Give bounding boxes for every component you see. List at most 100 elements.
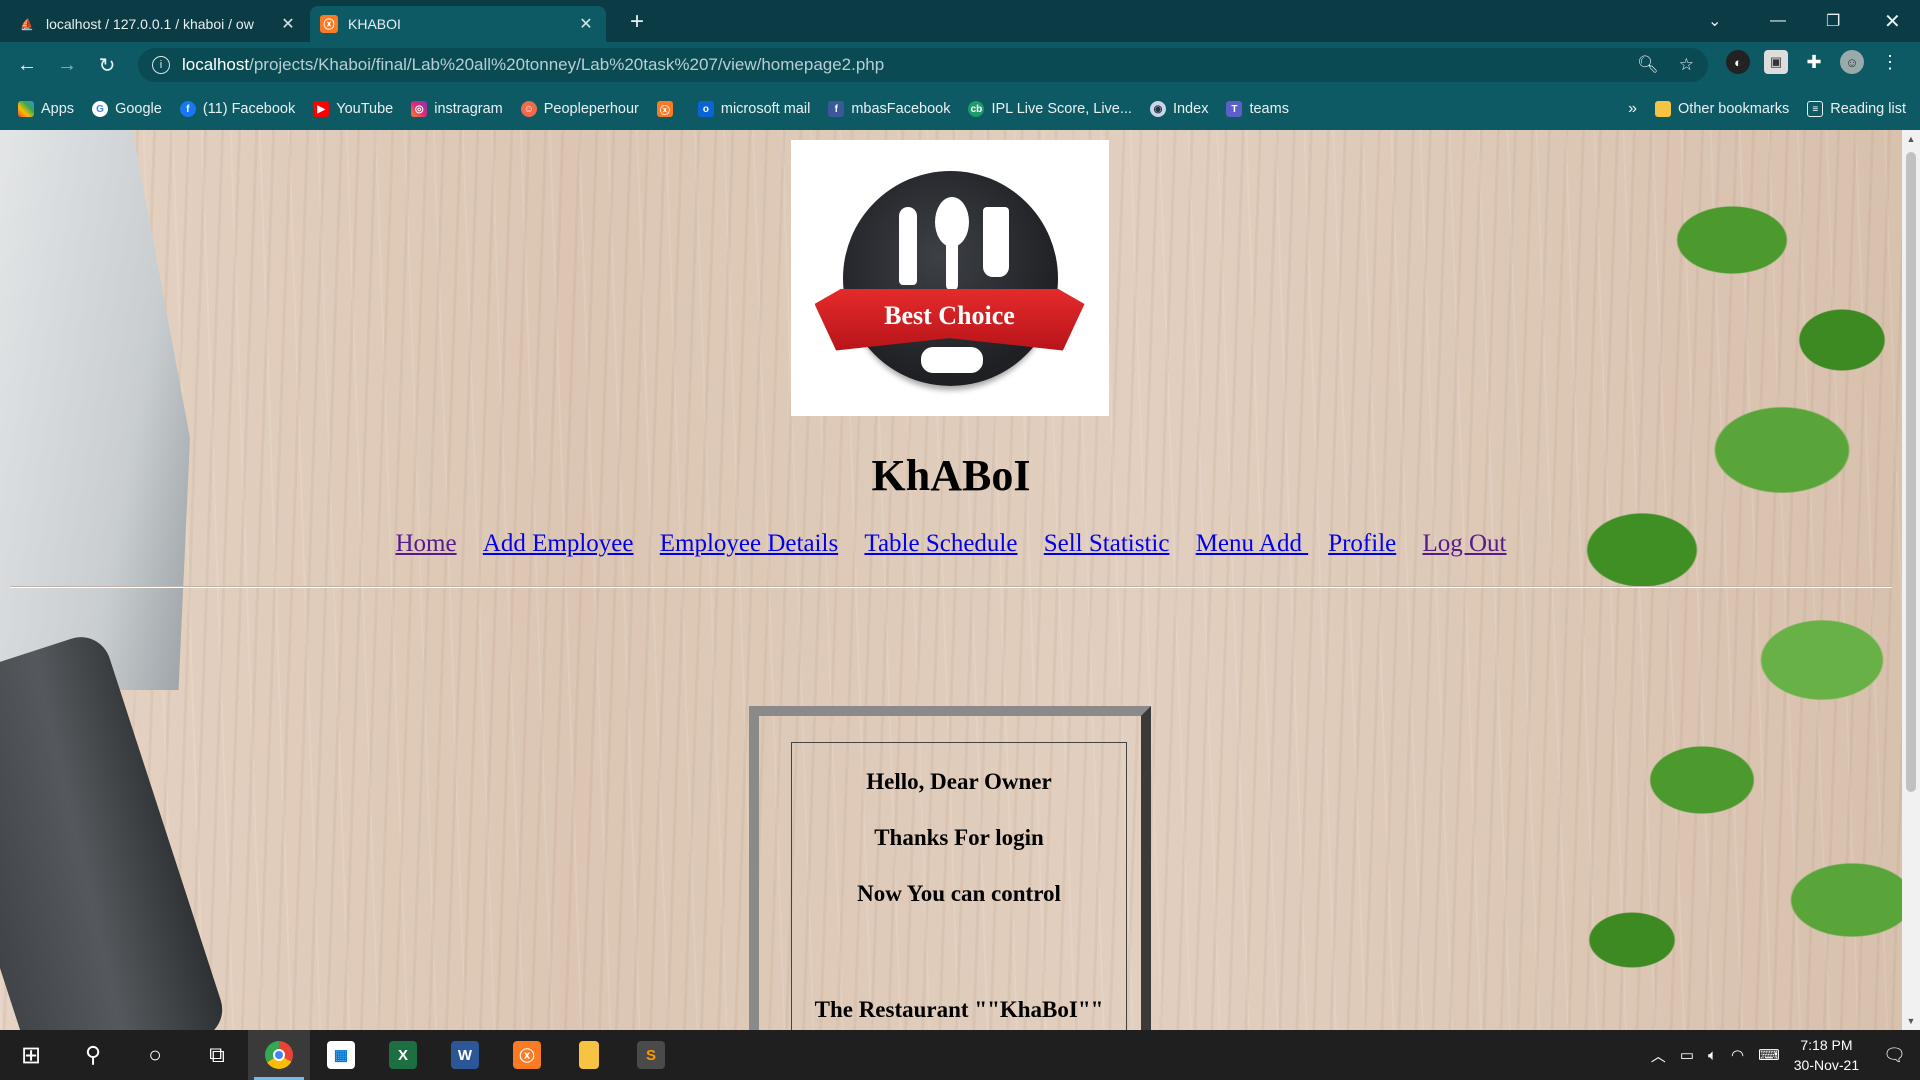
more-bookmarks-chevron-icon[interactable]: »: [1628, 100, 1637, 118]
welcome-thanks: Thanks For login: [874, 825, 1044, 850]
close-tab-icon[interactable]: ✕: [278, 14, 298, 34]
knife-icon: [898, 206, 917, 285]
word-icon[interactable]: W: [434, 1030, 496, 1080]
show-hidden-icons-chevron[interactable]: ︿: [1651, 1045, 1666, 1066]
keyboard-icon[interactable]: ⌨: [1758, 1046, 1780, 1064]
zoom-icon[interactable]: 🔍︎: [1637, 55, 1659, 75]
bookmark-star-icon[interactable]: ☆: [1679, 55, 1694, 75]
search-icon[interactable]: ⚲: [62, 1030, 124, 1080]
close-tab-icon[interactable]: ✕: [576, 14, 596, 34]
reload-icon[interactable]: ↻: [87, 53, 127, 78]
tab-phpmyadmin[interactable]: ⛵ localhost / 127.0.0.1 / khaboi / ow ✕: [8, 6, 308, 42]
profile-avatar[interactable]: ☺: [1840, 50, 1864, 74]
facebook-icon: f: [179, 101, 196, 117]
clock-time: 7:18 PM: [1800, 1037, 1853, 1053]
tab-search-icon[interactable]: ⌄: [1708, 0, 1721, 42]
bookmark-label: (11) Facebook: [202, 101, 296, 117]
parsley-background: [1522, 130, 1902, 1030]
teams-icon: T: [1226, 101, 1243, 117]
bookmark-facebook[interactable]: f (11) Facebook: [179, 101, 296, 117]
bookmark-google[interactable]: G Google: [92, 101, 162, 117]
site-info-icon[interactable]: i: [152, 56, 170, 74]
cortana-icon[interactable]: ○: [124, 1030, 186, 1080]
welcome-greeting: Hello, Dear Owner: [866, 769, 1052, 794]
google-icon: G: [92, 101, 109, 117]
nav-table-schedule-link[interactable]: Table Schedule: [864, 530, 1017, 557]
cricbuzz-icon: cb: [968, 101, 985, 117]
browser-tab-strip: ⛵ localhost / 127.0.0.1 / khaboi / ow ✕ …: [0, 0, 1920, 42]
address-bar[interactable]: i localhost/projects/Khaboi/final/Lab%20…: [138, 48, 1708, 82]
xampp-taskbar-icon[interactable]: ⓧ: [496, 1030, 558, 1080]
file-explorer-icon[interactable]: [558, 1030, 620, 1080]
nav-home-link[interactable]: Home: [395, 530, 456, 557]
bookmark-xampp[interactable]: ⓧ: [656, 101, 680, 117]
site-title: KhABoI: [871, 451, 1031, 500]
index-icon: ◉: [1149, 101, 1166, 117]
task-view-icon[interactable]: ⧉: [186, 1030, 248, 1080]
restore-button[interactable]: ❐: [1826, 0, 1840, 42]
bookmark-label: Apps: [41, 101, 75, 117]
nav-sell-statistic-link[interactable]: Sell Statistic: [1044, 530, 1170, 557]
nav-profile-link[interactable]: Profile: [1328, 530, 1396, 557]
notification-center-icon[interactable]: 🗨︎: [1883, 1045, 1906, 1066]
welcome-control: Now You can control: [857, 881, 1061, 906]
menu-kebab-icon[interactable]: ⋮: [1878, 50, 1902, 74]
bookmark-label: Index: [1172, 101, 1209, 117]
tab-title: KHABOI: [348, 16, 401, 32]
apps-grid-icon: [18, 101, 34, 117]
bookmark-label: IPL Live Score, Live...: [991, 101, 1132, 117]
windows-start-icon[interactable]: ⊞: [0, 1030, 62, 1080]
new-tab-button[interactable]: +: [622, 8, 652, 36]
nav-add-employee-link[interactable]: Add Employee: [483, 530, 634, 557]
battery-icon[interactable]: ▭: [1680, 1046, 1694, 1064]
extension-icon[interactable]: ▣: [1764, 50, 1788, 74]
bookmark-ipl-live-score[interactable]: cb IPL Live Score, Live...: [968, 101, 1132, 117]
bookmark-teams[interactable]: Tteams: [1226, 101, 1289, 117]
chrome-taskbar-icon[interactable]: [248, 1030, 310, 1080]
close-window-button[interactable]: ✕: [1884, 0, 1901, 42]
nav-employee-details-link[interactable]: Employee Details: [660, 530, 838, 557]
nav-menu-add-link[interactable]: Menu Add: [1196, 530, 1309, 557]
folder-icon: [1655, 101, 1672, 117]
tab-title: localhost / 127.0.0.1 / khaboi / ow: [46, 16, 254, 32]
bookmark-other-bookmarks[interactable]: Other bookmarks: [1655, 101, 1789, 117]
bookmark-label: teams: [1249, 101, 1289, 117]
bookmark-mbasfacebook[interactable]: f mbasFacebook: [828, 101, 950, 117]
scroll-up-arrow-icon[interactable]: ▲: [1902, 134, 1920, 144]
minimize-button[interactable]: —: [1770, 0, 1786, 42]
tab-khaboi[interactable]: ⓧ KHABOI ✕: [310, 6, 606, 42]
spoon-handle: [945, 240, 958, 291]
utensil-handles: [920, 346, 983, 373]
volume-icon[interactable]: 🔈︎: [1708, 1047, 1717, 1064]
back-arrow-icon[interactable]: ←: [7, 54, 47, 77]
bookmark-index[interactable]: ◉ Index: [1149, 101, 1209, 117]
scroll-down-arrow-icon[interactable]: ▼: [1902, 1016, 1920, 1026]
page-scrollbar[interactable]: ▲ ▼: [1902, 130, 1920, 1030]
windows-taskbar: ⊞ ⚲ ○ ⧉ ▦ X W ⓧ S ︿ ▭ 🔈︎ ◠ ⌨ 7:18 PM 30-…: [0, 1030, 1920, 1080]
microsoft-store-icon[interactable]: ▦: [310, 1030, 372, 1080]
knife-handle-background: [0, 629, 230, 1030]
plate-icon: Best Choice: [814, 170, 1085, 386]
dark-mode-extension-icon[interactable]: ◐: [1726, 50, 1750, 74]
bookmark-microsoft-mail[interactable]: o microsoft mail: [697, 101, 810, 117]
bookmark-youtube[interactable]: ▶ YouTube: [313, 101, 393, 117]
url-host: localhost: [182, 55, 250, 74]
instagram-icon: ◎: [411, 101, 428, 117]
system-clock[interactable]: 7:18 PM 30-Nov-21: [1794, 1035, 1859, 1075]
bookmark-instagram[interactable]: ◎ instragram: [411, 101, 503, 117]
forward-arrow-icon[interactable]: →: [47, 54, 87, 77]
horizontal-divider: [10, 586, 1892, 588]
welcome-panel: Hello, Dear Owner Thanks For login Now Y…: [749, 706, 1151, 1030]
wifi-icon[interactable]: ◠: [1731, 1046, 1744, 1064]
scrollbar-thumb[interactable]: [1906, 152, 1916, 792]
bookmark-peopleperhour[interactable]: ☺ Peopleperhour: [520, 101, 639, 117]
excel-icon[interactable]: X: [372, 1030, 434, 1080]
clock-date: 30-Nov-21: [1793, 1057, 1860, 1073]
reading-list-button[interactable]: ≡ Reading list: [1807, 101, 1906, 117]
sublime-text-icon[interactable]: S: [620, 1030, 682, 1080]
puzzle-extensions-icon[interactable]: ✚: [1802, 50, 1826, 74]
nav-logout-link[interactable]: Log Out: [1422, 530, 1506, 557]
bookmark-apps[interactable]: Apps: [18, 101, 74, 117]
browser-toolbar: ← → ↻ i localhost/projects/Khaboi/final/…: [0, 42, 1920, 88]
bookmark-label: Google: [115, 101, 162, 117]
